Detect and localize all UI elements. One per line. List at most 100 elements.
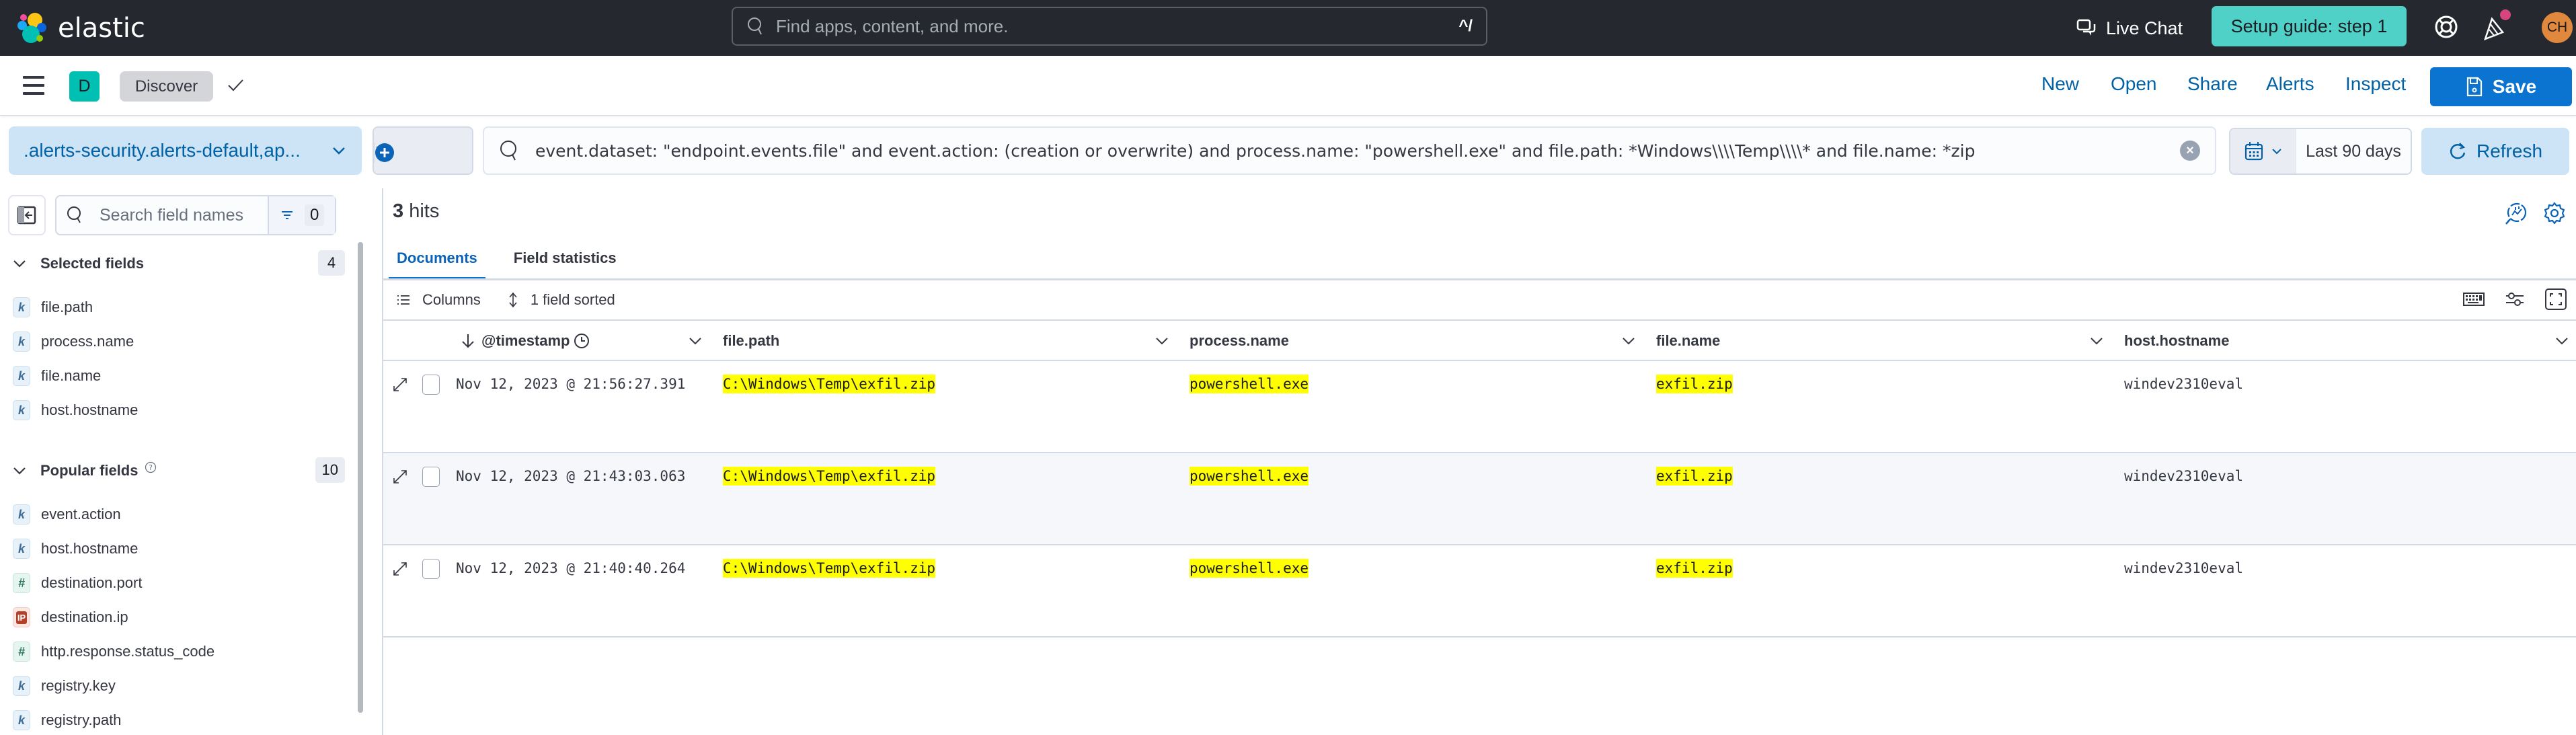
expand-icon[interactable] <box>391 560 409 578</box>
field-search-input[interactable]: Search field names 0 <box>55 195 336 235</box>
row-checkbox[interactable] <box>422 467 440 487</box>
sort-label: 1 field sorted <box>530 291 615 308</box>
gear-icon[interactable] <box>2543 202 2566 225</box>
save-label: Save <box>2492 76 2537 97</box>
column-header-timestamp[interactable]: @timestamp <box>481 321 590 361</box>
breadcrumb-discover[interactable]: Discover <box>120 71 213 102</box>
cell-timestamp: Nov 12, 2023 @ 21:56:27.391 <box>456 376 686 392</box>
expand-icon[interactable] <box>391 376 409 393</box>
help-icon[interactable] <box>2433 13 2460 40</box>
column-menu-chevron-icon[interactable] <box>1621 333 1637 349</box>
columns-label: Columns <box>422 291 481 308</box>
field-item[interactable]: # destination.port <box>13 572 142 594</box>
sort-button[interactable]: 1 field sorted <box>508 291 615 309</box>
date-picker[interactable]: Last 90 days <box>2229 128 2412 175</box>
live-chat-button[interactable]: Live Chat <box>2076 13 2183 43</box>
field-item[interactable]: k file.name <box>13 364 101 387</box>
nav-link-share[interactable]: Share <box>2187 73 2238 95</box>
time-range-label[interactable]: Last 90 days <box>2296 129 2411 173</box>
data-view-picker[interactable]: .alerts-security.alerts-default,ap... <box>9 126 362 175</box>
selected-fields-header[interactable]: Selected fields 4 <box>12 250 348 277</box>
nav-link-inspect[interactable]: Inspect <box>2345 73 2406 95</box>
field-item[interactable]: k registry.key <box>13 674 116 697</box>
refresh-label: Refresh <box>2476 141 2543 161</box>
expand-icon[interactable] <box>391 468 409 486</box>
table-row[interactable]: Nov 12, 2023 @ 21:56:27.391 C:\Windows\T… <box>383 361 2576 453</box>
field-item[interactable]: # http.response.status_code <box>13 640 214 663</box>
column-title: process.name <box>1189 332 1289 349</box>
question-icon[interactable]: ? <box>145 461 157 473</box>
row-checkbox[interactable] <box>422 375 440 395</box>
column-menu-chevron-icon[interactable] <box>687 333 703 349</box>
add-filter-button[interactable] <box>374 143 395 163</box>
fullscreen-icon[interactable] <box>2545 288 2567 310</box>
menu-toggle-button[interactable] <box>23 76 44 95</box>
collapse-sidebar-button[interactable] <box>8 195 46 235</box>
keyword-type-icon: k <box>13 504 30 525</box>
clear-query-button[interactable]: × <box>2180 141 2200 161</box>
avatar[interactable]: CH <box>2542 12 2573 43</box>
nav-link-open[interactable]: Open <box>2111 73 2157 95</box>
column-menu-chevron-icon[interactable] <box>2089 333 2105 349</box>
cell-host-hostname: windev2310eval <box>2124 468 2244 484</box>
field-item[interactable]: k host.hostname <box>13 399 138 422</box>
cell-file-name: exfil.zip <box>1656 559 1733 578</box>
table-row[interactable]: Nov 12, 2023 @ 21:43:03.063 C:\Windows\T… <box>383 453 2576 545</box>
elastic-logo[interactable]: elastic <box>17 9 145 47</box>
field-item[interactable]: k event.action <box>13 503 121 526</box>
documents-table: @timestamp file.path process.name file.n… <box>383 321 2576 637</box>
search-icon <box>67 206 81 223</box>
field-item[interactable]: k file.path <box>13 296 93 319</box>
tab-documents[interactable]: Documents <box>389 246 485 280</box>
save-button[interactable]: Save <box>2430 67 2572 106</box>
chevron-down-icon <box>13 260 26 268</box>
row-checkbox[interactable] <box>422 559 440 579</box>
field-name: host.hostname <box>41 401 139 418</box>
kql-query-input[interactable]: event.dataset: "endpoint.events.file" an… <box>483 126 2216 175</box>
chevron-down-icon <box>2272 149 2281 155</box>
column-menu-chevron-icon[interactable] <box>1154 333 1170 349</box>
field-item[interactable]: k registry.path <box>13 709 121 732</box>
sort-desc-icon[interactable] <box>461 333 475 349</box>
popular-fields-header[interactable]: Popular fields ? 10 <box>12 457 348 484</box>
nav-link-alerts[interactable]: Alerts <box>2266 73 2314 95</box>
cell-timestamp: Nov 12, 2023 @ 21:40:40.264 <box>456 560 686 576</box>
cell-file-path: C:\Windows\Temp\exfil.zip <box>723 375 936 393</box>
field-item[interactable]: IP destination.ip <box>13 606 128 629</box>
save-icon <box>2466 77 2482 97</box>
hits-label: hits <box>409 200 440 222</box>
keyword-type-icon: k <box>13 297 30 317</box>
sidebar-scrollbar[interactable] <box>358 242 363 713</box>
tab-field-statistics[interactable]: Field statistics <box>506 246 625 280</box>
columns-button[interactable]: Columns <box>397 291 481 309</box>
column-header-process-name[interactable]: process.name <box>1189 321 1289 361</box>
field-item[interactable]: k host.hostname <box>13 537 138 560</box>
space-avatar[interactable]: D <box>69 71 100 102</box>
app-navbar: D Discover New Open Share Alerts Inspect… <box>0 56 2576 116</box>
field-name: process.name <box>41 333 134 350</box>
global-search-input[interactable]: Find apps, content, and more. ^/ <box>732 7 1487 46</box>
column-header-file-path[interactable]: file.path <box>723 321 779 361</box>
column-header-host-hostname[interactable]: host.hostname <box>2124 321 2229 361</box>
setup-guide-button[interactable]: Setup guide: step 1 <box>2212 6 2407 46</box>
nav-link-new[interactable]: New <box>2041 73 2079 95</box>
chat-icon <box>2076 19 2096 36</box>
field-type-filter-button[interactable]: 0 <box>268 196 335 234</box>
field-item[interactable]: k process.name <box>13 330 134 353</box>
table-row[interactable]: Nov 12, 2023 @ 21:40:40.264 C:\Windows\T… <box>383 545 2576 637</box>
cell-process-name: powershell.exe <box>1189 559 1309 578</box>
selected-fields-title: Selected fields <box>40 255 145 272</box>
refresh-button[interactable]: Refresh <box>2421 128 2569 175</box>
display-settings-icon[interactable] <box>2505 291 2525 308</box>
menu-icon-bar <box>23 84 44 87</box>
hits-count: 3 <box>393 200 404 222</box>
quick-select-button[interactable] <box>2230 129 2296 173</box>
field-name: file.name <box>41 367 102 384</box>
field-name: event.action <box>41 506 121 523</box>
column-title: host.hostname <box>2124 332 2230 349</box>
column-menu-chevron-icon[interactable] <box>2554 333 2570 349</box>
menu-icon-bar <box>23 76 44 79</box>
ai-assistant-icon[interactable] <box>2504 202 2528 226</box>
keyboard-icon[interactable] <box>2463 292 2485 307</box>
column-header-file-name[interactable]: file.name <box>1656 321 1720 361</box>
